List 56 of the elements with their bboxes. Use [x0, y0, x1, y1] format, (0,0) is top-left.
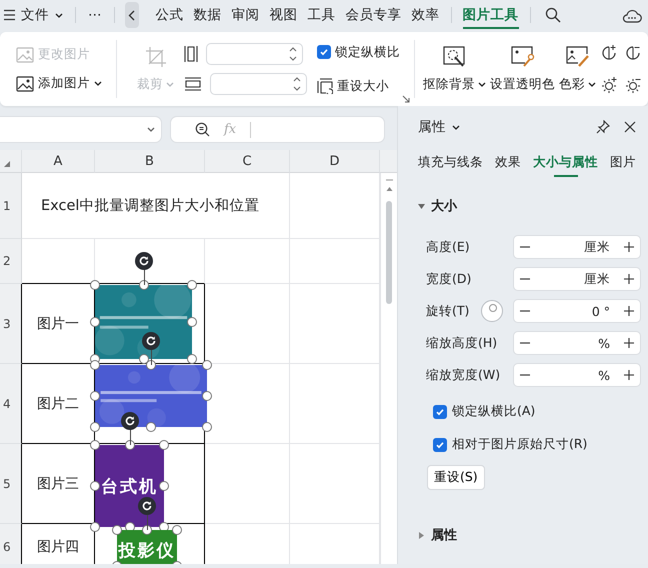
- image-banner[interactable]: 台式机: [95, 445, 164, 527]
- row-header[interactable]: 6: [0, 524, 22, 564]
- column-header[interactable]: B: [95, 150, 205, 173]
- reset-size-button[interactable]: 重设大小: [317, 76, 400, 96]
- image-banner[interactable]: 投影仪: [117, 530, 177, 564]
- transparent-color-button[interactable]: 设置透明色: [488, 46, 557, 92]
- table-cell: Excel中批量调整图片大小和位置: [22, 173, 290, 239]
- spin-field[interactable]: 厘米: [513, 267, 641, 291]
- more-menu[interactable]: ⋯: [82, 2, 108, 28]
- column-header[interactable]: D: [290, 150, 380, 173]
- panel-tab[interactable]: 图片: [604, 154, 642, 177]
- spin-field[interactable]: 厘米: [513, 235, 641, 259]
- ribbon-tab[interactable]: 视图: [264, 0, 302, 30]
- ribbon-tab[interactable]: 会员专享: [340, 0, 406, 30]
- row-header[interactable]: 5: [0, 444, 22, 524]
- row-header[interactable]: 3: [0, 284, 22, 364]
- field-label: 旋转(T): [426, 302, 470, 320]
- tool-label: 设置透明色: [490, 76, 555, 92]
- remove-background-button[interactable]: 抠除背景: [421, 46, 488, 92]
- ribbon-tab[interactable]: 数据: [188, 0, 226, 30]
- field-label: 宽度(D): [426, 270, 472, 288]
- column-header[interactable]: C: [205, 150, 290, 173]
- ribbon-tab[interactable]: 公式: [150, 0, 188, 30]
- image-caption: 台式机: [101, 476, 158, 498]
- panel-tab[interactable]: 填充与线条: [412, 154, 489, 177]
- spin-field[interactable]: %: [513, 363, 641, 387]
- option-checkbox[interactable]: 锁定纵横比(A): [433, 403, 648, 420]
- lock-aspect-ratio-checkbox[interactable]: 锁定纵横比: [317, 42, 400, 62]
- row-header[interactable]: 2: [0, 239, 22, 284]
- ribbon-tab[interactable]: 审阅: [226, 0, 264, 30]
- option-checkbox[interactable]: 相对于图片原始尺寸(R): [433, 436, 648, 453]
- section-header[interactable]: 大小: [398, 197, 648, 215]
- tool-label: 抠除背景: [423, 76, 486, 92]
- spin-field[interactable]: 0 °: [513, 299, 641, 323]
- image-caption: 投影仪: [118, 540, 176, 562]
- tool-label: 色彩: [559, 76, 596, 92]
- spin-field[interactable]: %: [513, 331, 641, 355]
- section-header[interactable]: 属性: [398, 526, 648, 544]
- ribbon-tab[interactable]: 工具: [302, 0, 340, 30]
- row-header[interactable]: 4: [0, 364, 22, 444]
- add-picture-button[interactable]: 添加图片: [16, 74, 102, 94]
- row-header[interactable]: 1: [0, 173, 22, 239]
- section-title: 属性: [431, 527, 457, 544]
- field-label: 缩放宽度(W): [426, 366, 502, 384]
- color-button[interactable]: 色彩: [557, 46, 598, 92]
- panel-tab[interactable]: 大小与属性: [527, 154, 604, 177]
- ribbon-tab[interactable]: 图片工具: [458, 0, 524, 30]
- field-label: 缩放高度(H): [426, 334, 498, 352]
- column-header[interactable]: A: [22, 150, 95, 173]
- file-menu[interactable]: 文件: [15, 2, 69, 28]
- panel-title[interactable]: 属性: [418, 118, 460, 136]
- panel-tab[interactable]: 效果: [489, 154, 527, 177]
- field-label: 高度(E): [426, 238, 471, 256]
- ribbon-tab[interactable]: 效率: [406, 0, 444, 30]
- reset-button[interactable]: 重设(S): [427, 465, 485, 490]
- section-title: 大小: [431, 198, 457, 215]
